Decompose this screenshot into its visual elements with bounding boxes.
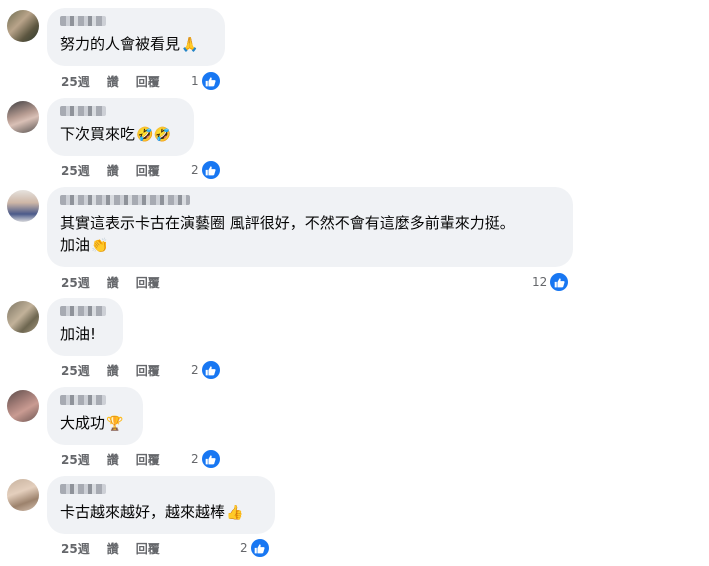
like-link[interactable]: 讚 (107, 451, 119, 468)
like-count: 1 (191, 74, 199, 88)
like-count: 12 (532, 275, 548, 289)
comment-bubble: 加油! (47, 298, 123, 356)
praying-hands-icon: 🙏 (181, 37, 199, 53)
comment-bubble: 其實這表示卡古在演藝圈 風評很好，不然不會有這麼多前輩來力挺。 加油👏 (47, 187, 573, 267)
author-name-blurred[interactable] (60, 484, 106, 494)
author-name-blurred[interactable] (60, 16, 106, 26)
like-thumb-icon (200, 160, 221, 180)
comment-bubble: 卡古越來越好，越來越棒👍 (47, 476, 275, 534)
like-count: 2 (191, 452, 199, 466)
timestamp[interactable]: 25週 (61, 540, 90, 557)
comment-text: 大成功🏆 (60, 412, 131, 435)
comment-actions: 25週 讚 回覆 (61, 360, 177, 380)
like-link[interactable]: 讚 (107, 73, 119, 90)
avatar[interactable] (7, 190, 39, 222)
author-name-blurred[interactable] (60, 395, 106, 405)
reaction-summary[interactable]: 1 (191, 71, 221, 91)
avatar[interactable] (7, 301, 39, 333)
comment-text-line-1: 其實這表示卡古在演藝圈 風評很好，不然不會有這麼多前輩來力挺。 (60, 214, 515, 232)
author-name-blurred[interactable] (60, 306, 106, 316)
comment-actions: 25週 讚 回覆 (61, 272, 177, 292)
like-thumb-icon (200, 360, 221, 380)
reply-link[interactable]: 回覆 (136, 162, 160, 179)
reaction-summary[interactable]: 2 (240, 538, 270, 558)
timestamp[interactable]: 25週 (61, 451, 90, 468)
like-count: 2 (191, 163, 199, 177)
comment-text: 卡古越來越好，越來越棒👍 (60, 501, 263, 524)
thumbs-up-icon: 👍 (226, 505, 244, 521)
comment-text-line-2: 加油👏 (60, 234, 561, 257)
clapping-hands-icon: 👏 (91, 238, 109, 254)
comment-actions: 25週 讚 回覆 (61, 538, 177, 558)
reaction-summary[interactable]: 12 (532, 272, 570, 292)
reply-link[interactable]: 回覆 (136, 362, 160, 379)
comment-actions: 25週 讚 回覆 (61, 449, 177, 469)
reaction-summary[interactable]: 2 (191, 449, 221, 469)
comment-text: 下次買來吃🤣🤣 (60, 123, 182, 146)
author-name-blurred[interactable] (60, 195, 190, 205)
avatar[interactable] (7, 101, 39, 133)
like-thumb-icon (249, 538, 270, 558)
like-thumb-icon (200, 449, 221, 469)
like-count: 2 (191, 363, 199, 377)
comment-bubble: 下次買來吃🤣🤣 (47, 98, 194, 156)
like-link[interactable]: 讚 (107, 274, 119, 291)
timestamp[interactable]: 25週 (61, 73, 90, 90)
like-link[interactable]: 讚 (107, 540, 119, 557)
timestamp[interactable]: 25週 (61, 274, 90, 291)
author-name-blurred[interactable] (60, 106, 106, 116)
avatar[interactable] (7, 10, 39, 42)
reply-link[interactable]: 回覆 (136, 540, 160, 557)
reaction-summary[interactable]: 2 (191, 360, 221, 380)
comment-actions: 25週 讚 回覆 (61, 71, 177, 91)
trophy-icon: 🏆 (106, 416, 124, 432)
reply-link[interactable]: 回覆 (136, 451, 160, 468)
like-thumb-icon (549, 272, 570, 292)
comment-bubble: 大成功🏆 (47, 387, 143, 445)
like-count: 2 (240, 541, 248, 555)
comment-text: 努力的人會被看見🙏 (60, 33, 213, 56)
comment-actions: 25週 讚 回覆 (61, 160, 177, 180)
reply-link[interactable]: 回覆 (136, 73, 160, 90)
rolling-laughing-icon: 🤣🤣 (136, 127, 171, 143)
like-link[interactable]: 讚 (107, 362, 119, 379)
like-link[interactable]: 讚 (107, 162, 119, 179)
avatar[interactable] (7, 390, 39, 422)
comment-bubble: 努力的人會被看見🙏 (47, 8, 225, 66)
comment-text: 加油! (60, 325, 97, 343)
reply-link[interactable]: 回覆 (136, 274, 160, 291)
avatar[interactable] (7, 479, 39, 511)
like-thumb-icon (200, 71, 221, 91)
reaction-summary[interactable]: 2 (191, 160, 221, 180)
timestamp[interactable]: 25週 (61, 362, 90, 379)
timestamp[interactable]: 25週 (61, 162, 90, 179)
